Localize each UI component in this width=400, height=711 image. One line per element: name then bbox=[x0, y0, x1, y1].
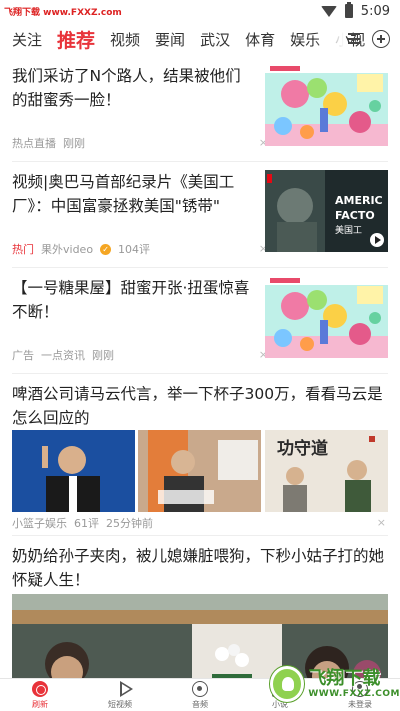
thumbnail-row: 功守道 bbox=[12, 430, 388, 512]
item-title[interactable]: 【一号糖果屋】甜蜜开张·扭蛋惊喜不断！ bbox=[12, 276, 250, 324]
status-icons: 5:09 bbox=[320, 2, 390, 19]
tab-video[interactable]: 视频 bbox=[110, 29, 140, 50]
item-meta: 热门 果外video ✓ 104评 bbox=[12, 241, 150, 257]
dismiss-icon[interactable]: × bbox=[377, 516, 386, 529]
item-source[interactable]: 果外video bbox=[41, 241, 93, 257]
wifi-icon bbox=[320, 5, 337, 17]
item-title[interactable]: 奶奶给孙子夹肉，被儿媳嫌脏喂狗，下秒小姑子打的她怀疑人生！ bbox=[12, 544, 388, 592]
hot-badge: 热门 bbox=[12, 243, 34, 256]
tabs-fade bbox=[314, 22, 344, 56]
watermark-logo: 飞翔下载 WWW.FXXZ.COM bbox=[270, 660, 400, 708]
thumb-text-1: AMERIC bbox=[335, 194, 383, 207]
comment-count: 61评 bbox=[74, 517, 99, 530]
feed-item[interactable]: 我们采访了N个路人，结果被他们的甜蜜秀一脸！ 热点直播 刚刚 × bbox=[12, 56, 388, 162]
comment-count: 104评 bbox=[118, 243, 151, 256]
status-bar: 飞翔下载 www.FXXZ.com 5:09 bbox=[0, 0, 400, 22]
item-title[interactable]: 啤酒公司请马云代言，举一下杯子300万，看看马云是怎么回应的 bbox=[12, 382, 388, 430]
thumb-text-2: FACTO bbox=[335, 209, 375, 222]
battery-icon bbox=[344, 2, 353, 18]
thumbnail-image[interactable]: 功守道 bbox=[264, 430, 388, 512]
add-channel-icon[interactable] bbox=[372, 30, 390, 48]
play-icon bbox=[120, 681, 133, 697]
nav-audio[interactable]: 音频 bbox=[160, 679, 240, 711]
tab-news[interactable]: 要闻 bbox=[155, 29, 185, 50]
tab-recommend[interactable]: 推荐 bbox=[57, 26, 95, 53]
feed-item[interactable]: 啤酒公司请马云代言，举一下杯子300万，看看马云是怎么回应的 功守道 小篮子娱乐… bbox=[12, 374, 388, 536]
item-title[interactable]: 我们采访了N个路人，结果被他们的甜蜜秀一脸！ bbox=[12, 64, 250, 112]
logo-icon bbox=[270, 666, 305, 702]
nav-label: 音频 bbox=[192, 700, 208, 709]
item-meta: 热点直播 刚刚 bbox=[12, 135, 85, 151]
watermark-brand: 飞翔下载 bbox=[308, 668, 381, 689]
item-meta: 小篮子娱乐 61评 25分钟前 bbox=[12, 515, 153, 531]
verified-icon: ✓ bbox=[100, 243, 112, 255]
channel-tabs: 关注 推荐 视频 要闻 武汉 体育 娱乐 小视 bbox=[0, 22, 400, 56]
tab-follow[interactable]: 关注 bbox=[12, 29, 42, 50]
thumbnail-image[interactable] bbox=[265, 276, 388, 358]
item-source: 热点直播 bbox=[12, 137, 56, 150]
item-meta: 广告 一点资讯 刚刚 bbox=[12, 347, 114, 363]
item-source: 一点资讯 bbox=[41, 349, 85, 362]
nav-label: 刷新 bbox=[32, 700, 48, 709]
item-time: 25分钟前 bbox=[106, 517, 153, 530]
feed-item[interactable]: 奶奶给孙子夹肉，被儿媳嫌脏喂狗，下秒小姑子打的她怀疑人生！ bbox=[12, 536, 388, 678]
thumbnail-image[interactable] bbox=[138, 430, 262, 512]
item-source[interactable]: 小篮子娱乐 bbox=[12, 515, 67, 531]
video-thumbnail[interactable]: AMERIC FACTO 美国工 bbox=[265, 170, 388, 252]
tab-sports[interactable]: 体育 bbox=[245, 29, 275, 50]
item-title[interactable]: 视频|奥巴马首部纪录片《美国工厂》：中国富豪拯救美国"锈带" bbox=[12, 170, 250, 218]
item-time: 刚刚 bbox=[92, 349, 114, 362]
refresh-icon bbox=[32, 681, 48, 697]
watermark-text: 飞翔下载 www.FXXZ.com bbox=[4, 7, 122, 18]
thumbnail-image[interactable] bbox=[12, 430, 135, 512]
nav-label: 短视频 bbox=[108, 700, 132, 709]
tab-wuhan[interactable]: 武汉 bbox=[200, 29, 230, 50]
menu-icon[interactable] bbox=[348, 33, 360, 44]
clock: 5:09 bbox=[360, 3, 390, 19]
thumbnail-image[interactable] bbox=[265, 64, 388, 146]
audio-icon bbox=[192, 681, 208, 697]
watermark-url: WWW.FXXZ.COM bbox=[308, 689, 400, 699]
news-feed[interactable]: 我们采访了N个路人，结果被他们的甜蜜秀一脸！ 热点直播 刚刚 × 视频|奥巴马首… bbox=[0, 56, 400, 678]
feed-item-ad[interactable]: 【一号糖果屋】甜蜜开张·扭蛋惊喜不断！ 广告 一点资讯 刚刚 × bbox=[12, 268, 388, 374]
feed-item[interactable]: 视频|奥巴马首部纪录片《美国工厂》：中国富豪拯救美国"锈带" 热门 果外vide… bbox=[12, 162, 388, 268]
nav-refresh[interactable]: 刷新 bbox=[0, 679, 80, 711]
ad-label: 广告 bbox=[12, 349, 34, 362]
thumb-title-text: 功守道 bbox=[277, 438, 328, 459]
item-time: 刚刚 bbox=[63, 137, 85, 150]
thumb-text-3: 美国工 bbox=[335, 224, 362, 236]
nav-short-video[interactable]: 短视频 bbox=[80, 679, 160, 711]
